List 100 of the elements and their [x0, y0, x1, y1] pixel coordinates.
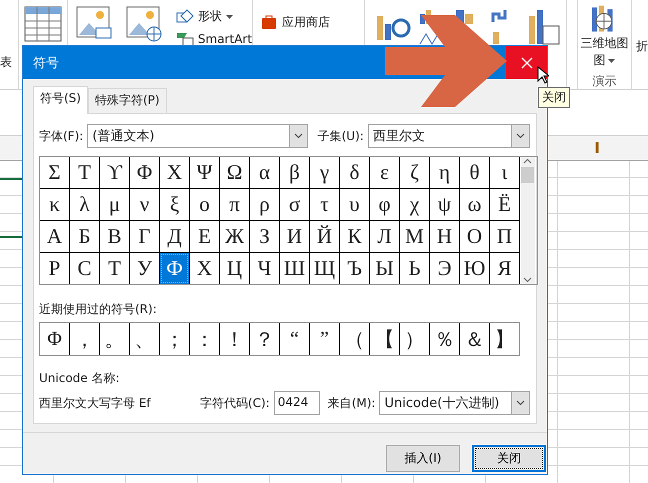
- recent-symbol[interactable]: ？: [250, 323, 279, 355]
- store-bag-icon[interactable]: [261, 14, 278, 30]
- symbol-cell[interactable]: Ψ: [190, 157, 219, 188]
- ribbon-label[interactable]: 折: [636, 39, 648, 53]
- symbol-cell[interactable]: λ: [70, 189, 99, 220]
- symbol-cell[interactable]: Ё: [490, 189, 519, 220]
- symbol-cell[interactable]: ω: [460, 189, 489, 220]
- close-icon[interactable]: [520, 56, 532, 68]
- recent-symbol[interactable]: Φ: [40, 323, 69, 355]
- symbol-cell[interactable]: К: [340, 221, 369, 252]
- symbol-cell[interactable]: О: [460, 221, 489, 252]
- symbol-cell[interactable]: Щ: [310, 253, 339, 284]
- symbol-cell[interactable]: κ: [40, 189, 69, 220]
- symbol-cell[interactable]: Д: [160, 221, 189, 252]
- recent-symbol[interactable]: ”: [310, 323, 339, 355]
- caret-icon[interactable]: [226, 14, 233, 18]
- 3d-map-label[interactable]: 三维地图: [580, 35, 628, 52]
- symbol-cell[interactable]: τ: [310, 189, 339, 220]
- recent-symbol[interactable]: ：: [190, 323, 219, 355]
- symbol-cell[interactable]: Э: [430, 253, 459, 284]
- symbol-cell[interactable]: ν: [130, 189, 159, 220]
- symbol-cell[interactable]: ο: [190, 189, 219, 220]
- symbol-cell[interactable]: γ: [310, 157, 339, 188]
- scroll-up-icon[interactable]: [523, 157, 532, 165]
- symbol-cell[interactable]: Р: [40, 253, 69, 284]
- tab[interactable]: 特殊字符(P): [88, 88, 167, 113]
- symbol-cell[interactable]: Ч: [250, 253, 279, 284]
- recent-symbol[interactable]: 、: [130, 323, 159, 355]
- symbol-cell[interactable]: Х: [190, 253, 219, 284]
- symbol-cell[interactable]: σ: [280, 189, 309, 220]
- symbol-cell[interactable]: З: [250, 221, 279, 252]
- symbol-cell[interactable]: Σ: [40, 157, 69, 188]
- symbol-cell[interactable]: η: [430, 157, 459, 188]
- recent-symbol[interactable]: ）: [400, 323, 429, 355]
- symbol-cell[interactable]: Ю: [460, 253, 489, 284]
- symbol-cell[interactable]: ι: [490, 157, 519, 188]
- font-dropdown[interactable]: (普通文本): [87, 124, 308, 148]
- recent-symbol[interactable]: ，: [70, 323, 99, 355]
- caret-icon[interactable]: [608, 58, 616, 62]
- recent-symbol[interactable]: 】: [490, 323, 519, 355]
- symbol-cell[interactable]: χ: [400, 189, 429, 220]
- code-field[interactable]: 0424: [274, 391, 320, 415]
- symbol-cell[interactable]: Б: [70, 221, 99, 252]
- table-icon[interactable]: [24, 6, 62, 42]
- recent-symbol[interactable]: 【: [370, 323, 399, 355]
- symbol-cell[interactable]: Ω: [220, 157, 249, 188]
- symbol-cell[interactable]: А: [40, 221, 69, 252]
- symbol-cell[interactable]: μ: [100, 189, 129, 220]
- symbol-cell[interactable]: Φ: [130, 157, 159, 188]
- smartart-label[interactable]: SmartArt: [198, 32, 252, 46]
- symbol-cell[interactable]: П: [490, 221, 519, 252]
- symbol-cell[interactable]: υ: [340, 189, 369, 220]
- symbol-cell[interactable]: θ: [460, 157, 489, 188]
- symbol-cell[interactable]: Ш: [280, 253, 309, 284]
- symbol-cell[interactable]: Χ: [160, 157, 189, 188]
- symbol-cell[interactable]: И: [280, 221, 309, 252]
- subset-dropdown[interactable]: 西里尔文: [368, 124, 530, 148]
- symbol-cell[interactable]: Ф: [160, 253, 189, 284]
- symbol-cell[interactable]: δ: [340, 157, 369, 188]
- store-label[interactable]: 应用商店: [282, 14, 330, 31]
- symbol-cell[interactable]: Я: [490, 253, 519, 284]
- from-dropdown[interactable]: Unicode(十六进制): [379, 391, 530, 415]
- symbol-cell[interactable]: Ъ: [340, 253, 369, 284]
- recent-symbol[interactable]: ％: [430, 323, 459, 355]
- symbol-cell[interactable]: Й: [310, 221, 339, 252]
- shapes-label[interactable]: 形状: [198, 8, 222, 25]
- symbol-cell[interactable]: Ц: [220, 253, 249, 284]
- recent-symbol[interactable]: （: [340, 323, 369, 355]
- symbol-cell[interactable]: ε: [370, 157, 399, 188]
- symbol-cell[interactable]: ρ: [250, 189, 279, 220]
- symbol-cell[interactable]: С: [70, 253, 99, 284]
- symbol-cell[interactable]: В: [100, 221, 129, 252]
- symbol-cell[interactable]: β: [280, 157, 309, 188]
- symbol-cell[interactable]: Г: [130, 221, 159, 252]
- recent-symbol[interactable]: ；: [160, 323, 189, 355]
- symbol-cell[interactable]: Ь: [400, 253, 429, 284]
- recent-symbol[interactable]: 。: [100, 323, 129, 355]
- symbol-cell[interactable]: У: [130, 253, 159, 284]
- shapes-icon[interactable]: [176, 8, 194, 24]
- recent-symbol[interactable]: ＆: [460, 323, 489, 355]
- dialog-button[interactable]: 插入(I): [386, 445, 460, 472]
- symbol-cell[interactable]: ϒ: [100, 157, 129, 188]
- close-button[interactable]: [506, 46, 547, 79]
- symbol-cell[interactable]: Τ: [70, 157, 99, 188]
- scrollbar-thumb[interactable]: [521, 167, 534, 183]
- symbol-cell[interactable]: Ж: [220, 221, 249, 252]
- symbol-cell[interactable]: ψ: [430, 189, 459, 220]
- symbol-cell[interactable]: π: [220, 189, 249, 220]
- recent-symbol[interactable]: ！: [220, 323, 249, 355]
- dialog-button[interactable]: 关闭: [472, 445, 546, 472]
- symbol-cell[interactable]: φ: [370, 189, 399, 220]
- online-picture-icon[interactable]: [126, 6, 162, 42]
- recent-symbol[interactable]: “: [280, 323, 309, 355]
- symbol-cell[interactable]: ζ: [400, 157, 429, 188]
- symbol-cell[interactable]: Ы: [370, 253, 399, 284]
- symbol-cell[interactable]: Н: [430, 221, 459, 252]
- symbol-cell[interactable]: Л: [370, 221, 399, 252]
- scroll-down-icon[interactable]: [523, 276, 532, 284]
- symbol-cell[interactable]: α: [250, 157, 279, 188]
- symbol-cell[interactable]: Е: [190, 221, 219, 252]
